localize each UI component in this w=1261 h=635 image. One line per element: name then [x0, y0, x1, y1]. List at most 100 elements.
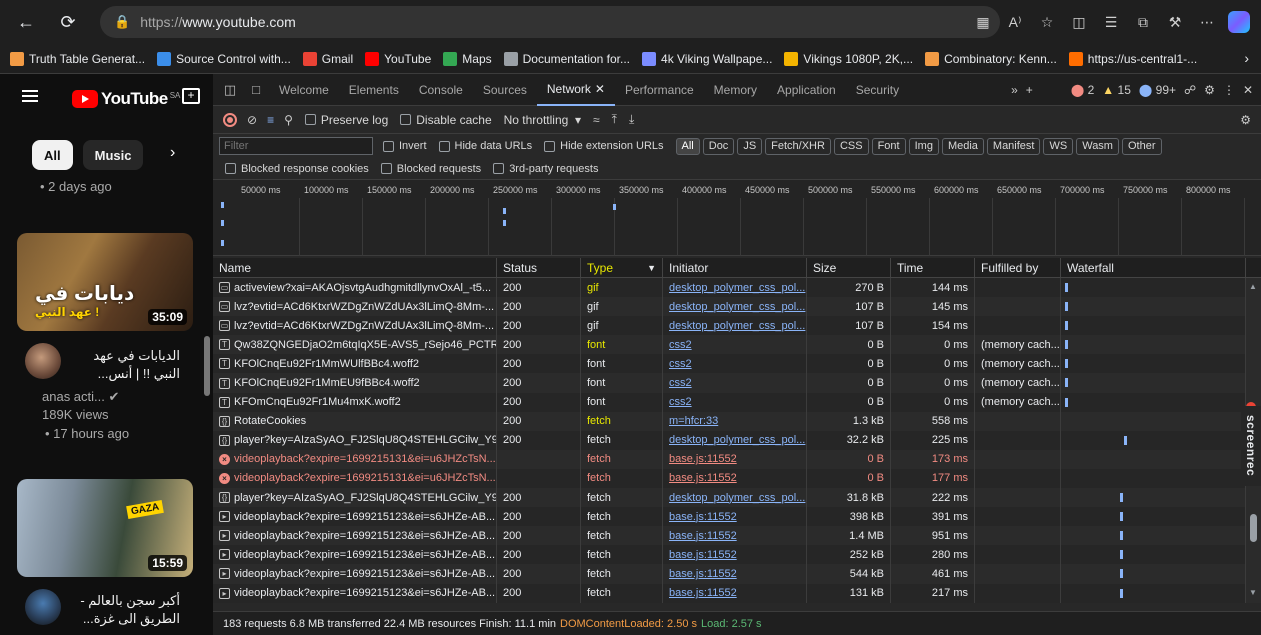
table-row[interactable]: T KFOmCnqEu92Fr1Mu4mxK.woff2 200 font css2 0 …	[213, 392, 1246, 412]
type-filter-other[interactable]: Other	[1121, 137, 1162, 155]
network-overview[interactable]: 50000 ms 100000 ms 150000 ms 200000 ms 25000…	[213, 180, 1261, 256]
device-toolbar-icon[interactable]: ◫	[217, 74, 243, 106]
read-aloud-icon[interactable]: A⁾	[999, 6, 1031, 38]
column-header-type[interactable]: Type ▼	[581, 258, 663, 278]
type-filter-font[interactable]: Font	[871, 137, 906, 155]
type-filter-fetch-xhr[interactable]: Fetch/XHR	[765, 137, 831, 155]
search-icon[interactable]: ⚲	[284, 113, 293, 127]
filter-option-checkbox[interactable]: Hide extension URLs	[544, 140, 664, 152]
import-har-icon[interactable]: ⤒	[612, 112, 617, 127]
chevron-right-icon[interactable]: ›	[1244, 50, 1249, 66]
close-icon[interactable]: ✕	[1243, 83, 1253, 97]
table-row[interactable]: ▭ lvz?evtid=ACd6KtxrWZDgZnWZdUAx3lLimQ-8M…	[213, 297, 1246, 317]
tab-elements[interactable]: Elements	[339, 74, 409, 106]
filter-option-checkbox[interactable]: Invert	[383, 140, 427, 152]
table-row[interactable]: ▸ videoplayback?expire=1699215123&ei=s6JH…	[213, 545, 1246, 565]
column-header-status[interactable]: Status	[497, 258, 581, 278]
table-row[interactable]: ▭ activeview?xai=AKAOjsvtgAudhgmitdllynvO…	[213, 278, 1246, 298]
video-thumbnail[interactable]: ديابات في عهد النبي ! 35:09	[17, 233, 193, 331]
network-conditions-icon[interactable]: ☍	[1184, 83, 1196, 97]
tab-application[interactable]: Application	[767, 74, 846, 106]
initiator-link[interactable]: css2	[669, 358, 692, 370]
more-icon[interactable]: ⋯	[1191, 6, 1223, 38]
channel-avatar[interactable]	[25, 589, 61, 625]
tab-welcome[interactable]: Welcome	[269, 74, 339, 106]
scroll-thumb[interactable]	[1250, 514, 1257, 542]
table-row[interactable]: T KFOlCnqEu92Fr1MmWUlfBBc4.woff2 200 font cs…	[213, 354, 1246, 374]
type-filter-wasm[interactable]: Wasm	[1076, 137, 1119, 155]
table-row[interactable]: × videoplayback?expire=1699215131&ei=u6JH…	[213, 449, 1246, 469]
video-thumbnail[interactable]: GAZA 15:59	[17, 479, 193, 577]
hamburger-menu-icon[interactable]	[22, 90, 38, 102]
warning-badge[interactable]: ▲ 15	[1102, 83, 1131, 97]
extra-filter-checkbox[interactable]: Blocked response cookies	[225, 163, 369, 175]
disable-cache-checkbox[interactable]: Disable cache	[400, 113, 492, 127]
close-tab-icon[interactable]: ✕	[595, 82, 605, 96]
favorite-star-icon[interactable]: ☆	[1031, 6, 1063, 38]
youtube-logo[interactable]: YouTube SA	[72, 89, 180, 109]
initiator-link[interactable]: desktop_polymer_css_pol...	[669, 434, 805, 446]
reload-icon[interactable]: ⟳	[52, 6, 84, 38]
type-filter-media[interactable]: Media	[941, 137, 984, 155]
table-row[interactable]: T Qw38ZQNGEDjaO2m6tqIqX5E-AVS5_rSejo46_PC…	[213, 335, 1246, 355]
table-row[interactable]: ▸ videoplayback?expire=1699215123&ei=s6JH…	[213, 507, 1246, 527]
chip-music[interactable]: Music	[82, 140, 144, 170]
column-header-name[interactable]: Name	[213, 258, 497, 278]
initiator-link[interactable]: base.js:11552	[669, 530, 737, 542]
initiator-link[interactable]: base.js:11552	[669, 568, 737, 580]
type-filter-css[interactable]: CSS	[833, 137, 869, 155]
throttling-select[interactable]: No throttling ▾	[504, 113, 581, 127]
column-header-time[interactable]: Time	[891, 258, 975, 278]
extra-filter-checkbox[interactable]: Blocked requests	[380, 163, 481, 175]
tab-console[interactable]: Console	[409, 74, 473, 106]
video-title[interactable]: أكبر سجن بالعالم - الطريق الى غزة...	[70, 592, 180, 628]
site-info-icon[interactable]: 🔒	[114, 14, 130, 30]
inspect-icon[interactable]: □	[243, 74, 269, 106]
collections-icon[interactable]: ⧉	[1127, 6, 1159, 38]
channel-name[interactable]: anas acti... ✔	[42, 389, 119, 405]
initiator-link[interactable]: desktop_polymer_css_pol...	[669, 320, 805, 332]
filter-toggle-icon[interactable]: ≡	[267, 113, 274, 127]
bookmark-item[interactable]: YouTube	[365, 51, 431, 66]
tab-sources[interactable]: Sources	[473, 74, 537, 106]
settings-gear-icon[interactable]: ⚙	[1204, 83, 1215, 97]
chevron-right-icon[interactable]: ›	[170, 144, 175, 162]
back-icon[interactable]: ←	[10, 6, 42, 38]
type-filter-ws[interactable]: WS	[1043, 137, 1074, 155]
extra-filter-checkbox[interactable]: 3rd-party requests	[493, 163, 598, 175]
type-filter-manifest[interactable]: Manifest	[986, 137, 1041, 155]
column-header-fulfilled-by[interactable]: Fulfilled by	[975, 258, 1061, 278]
create-icon[interactable]: +	[182, 88, 200, 104]
screenrec-overlay[interactable]: screenrec	[1241, 406, 1261, 486]
column-header-initiator[interactable]: Initiator	[663, 258, 807, 278]
table-row[interactable]: {} player?key=AIzaSyAO_FJ2SlqU8Q4STEHLGCi…	[213, 488, 1246, 508]
type-filter-js[interactable]: JS	[737, 137, 763, 155]
type-filter-img[interactable]: Img	[908, 137, 939, 155]
kebab-menu-icon[interactable]: ⋮	[1223, 83, 1235, 97]
tab-network[interactable]: Network ✕	[536, 74, 615, 106]
table-row[interactable]: {} RotateCookies 200 fetch m=hfcr:33 1.3 kB 55…	[213, 411, 1246, 431]
network-settings-icon[interactable]: ⚙	[1240, 113, 1251, 127]
initiator-link[interactable]: base.js:11552	[669, 472, 737, 484]
wifi-icon[interactable]: ≈	[593, 113, 600, 127]
bookmark-item[interactable]: https://us-central1-...	[1068, 51, 1197, 66]
table-row[interactable]: ▸ videoplayback?expire=1699215123&ei=s6JH…	[213, 583, 1246, 603]
page-scrollbar[interactable]	[204, 336, 210, 396]
initiator-link[interactable]: desktop_polymer_css_pol...	[669, 301, 805, 313]
initiator-link[interactable]: css2	[669, 396, 692, 408]
favorites-icon[interactable]: ☰	[1095, 6, 1127, 38]
record-icon[interactable]	[223, 112, 237, 127]
bookmark-item[interactable]: Gmail	[302, 51, 353, 66]
address-bar[interactable]: 🔒 https://www.youtube.com	[100, 6, 1000, 38]
table-row[interactable]: × videoplayback?expire=1699215131&ei=u6JH…	[213, 468, 1246, 489]
scroll-up-icon[interactable]: ▲	[1249, 282, 1257, 291]
extensions-icon[interactable]: ⚒	[1159, 6, 1191, 38]
initiator-link[interactable]: desktop_polymer_css_pol...	[669, 282, 805, 294]
initiator-link[interactable]: base.js:11552	[669, 587, 737, 599]
table-row[interactable]: T KFOlCnqEu92Fr1MmEU9fBBc4.woff2 200 font cs…	[213, 373, 1246, 393]
copilot-icon[interactable]	[1223, 6, 1255, 38]
tab-performance[interactable]: Performance	[615, 74, 704, 106]
tab-memory[interactable]: Memory	[704, 74, 767, 106]
initiator-link[interactable]: m=hfcr:33	[669, 415, 718, 427]
initiator-link[interactable]: base.js:11552	[669, 549, 737, 561]
